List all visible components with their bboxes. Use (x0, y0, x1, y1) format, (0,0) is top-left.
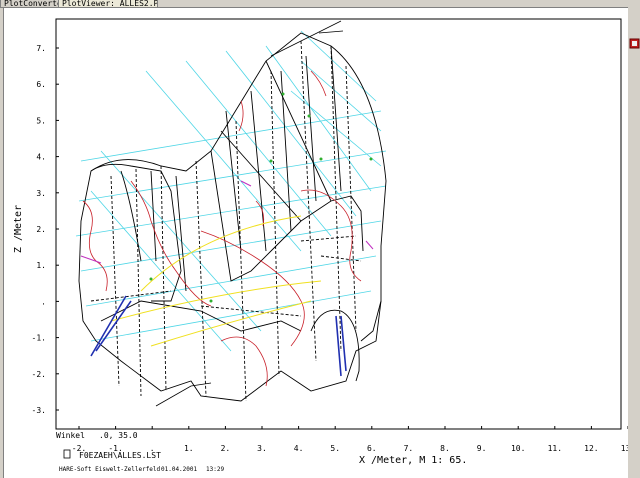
winkel-values: .0, 35.0 (99, 431, 138, 440)
toolbar-icon[interactable] (629, 38, 640, 49)
file-checkbox (63, 449, 71, 459)
z-tick-label: . (41, 297, 46, 306)
x-tick-label: 8. (440, 444, 450, 453)
z-tick-label: 1. (36, 261, 46, 270)
x-tick-label: 7. (404, 444, 414, 453)
z-tick-label: -1. (32, 334, 46, 343)
z-tick-label: -2. (32, 370, 46, 379)
yellow-line (110, 215, 322, 347)
x-tick-labels: -2.-1..1.2.3.4.5.6.7.8.9.10.11.12.13. (72, 426, 628, 453)
z-axis-label: Z /Meter (13, 205, 24, 253)
z-tick-label: 6. (36, 80, 46, 89)
wireframe (78, 32, 387, 402)
x-tick-label: 2. (221, 444, 231, 453)
z-tick-label: -3. (32, 406, 46, 415)
z-tick-label: 2. (36, 225, 46, 234)
footer-date: 01.04.2001 (161, 466, 198, 473)
file-name: F0EZAEH\ALLES.LST (79, 451, 161, 460)
z-tick-label: 3. (36, 189, 46, 198)
x-tick-label: 3. (257, 444, 267, 453)
x-tick-label: 5. (330, 444, 340, 453)
plot-frame (55, 18, 622, 430)
z-tick-label: 4. (36, 153, 46, 162)
x-tick-label: 4. (294, 444, 304, 453)
footer-company: HARE-Soft Eiswelt-Zellerfeld (59, 466, 161, 473)
x-tick-label: 11. (548, 444, 562, 453)
x-axis-label: X /Meter, M 1: 65. (359, 455, 467, 466)
x-tick-label: 10. (511, 444, 525, 453)
z-tick-label: 5. (36, 116, 46, 125)
dashed-lines (90, 40, 362, 402)
x-tick-label: 9. (477, 444, 487, 453)
x-tick-label: 6. (367, 444, 377, 453)
vault-overshoot (155, 20, 344, 407)
x-tick-label: 13. (621, 444, 628, 453)
footer-time: 13:29 (206, 466, 224, 473)
x-tick-label: 12. (584, 444, 598, 453)
right-panel (628, 7, 640, 477)
z-tick-labels: 7. 6. 5. 4. 3. 2. 1.. -1. -2. -3. (32, 44, 59, 415)
x-tick-label: 1. (184, 444, 194, 453)
plot-svg: Z /Meter 7. 6. 5. 4. 3. 2. 1.. -1. -2. -3. -2. -1.… (13, 18, 628, 473)
plot-canvas: Z /Meter 7. 6. 5. 4. 3. 2. 1.. -1. -2. -3. -2. -1.… (3, 7, 628, 478)
z-tick-label: 7. (36, 44, 46, 53)
winkel-label: Winkel (56, 431, 85, 440)
